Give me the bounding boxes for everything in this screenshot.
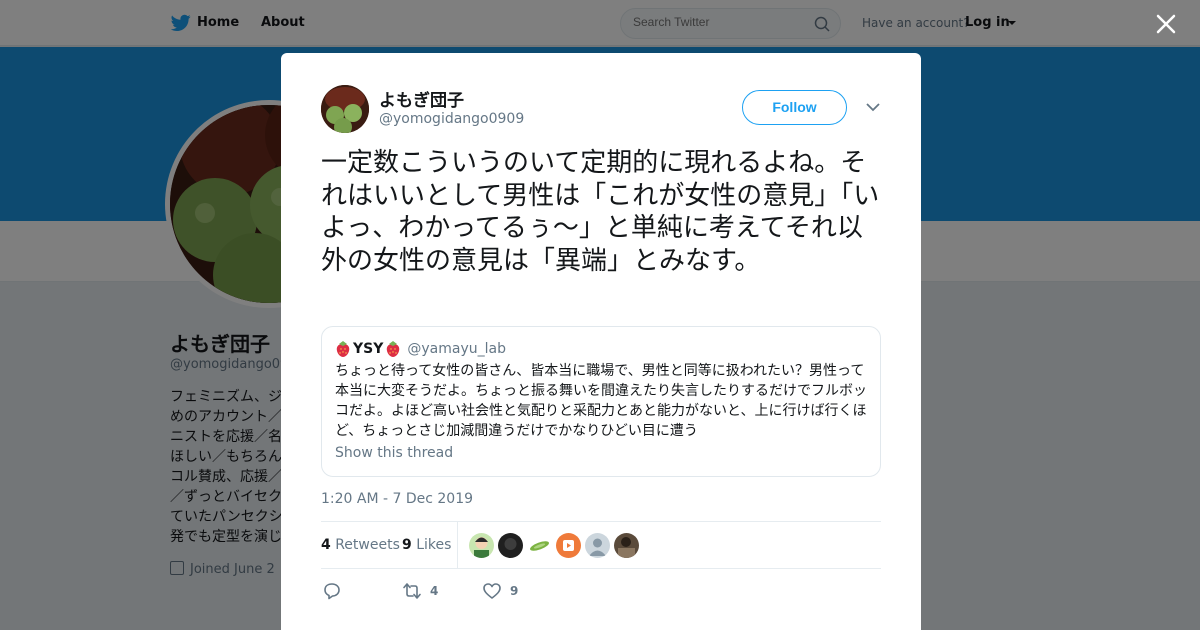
likes-count: 9 [402,537,412,553]
strawberry-icon [336,341,350,357]
heart-icon [483,583,501,599]
like-button[interactable]: 9 [482,581,518,601]
tweet-text: 一定数こういうのいて定期的に現れるよね。それはいいとして男性は「これが女性の意見… [321,148,880,276]
tweet-modal: よもぎ団子 @yomogidango0909 Follow 一定数こういうのいて… [281,53,921,630]
quote-author-name: YSY [353,341,384,357]
liker-avatar[interactable] [527,533,552,558]
retweets-label: Retweets [335,537,400,553]
quote-header: YSY @yamayu_lab [335,339,506,359]
strawberry-icon [387,341,400,357]
retweet-count: 4 [430,584,439,598]
reply-button[interactable] [322,581,342,601]
liker-avatar[interactable] [498,533,523,558]
tweet-stats: 4 Retweets 9 Likes [321,521,881,569]
dango-avatar-image [321,85,369,133]
liker-avatars [469,533,643,558]
quote-text: ちょっと待って女性の皆さん、皆本当に職場で、男性と同等に扱われたい？男性って本当… [335,363,867,439]
liker-avatar[interactable] [469,533,494,558]
likes-label: Likes [416,537,452,553]
liker-avatar[interactable] [614,533,639,558]
reply-icon [324,583,340,600]
liker-avatar[interactable] [556,533,581,558]
chevron-down-icon[interactable] [865,101,881,113]
show-thread-link[interactable]: Show this thread [335,445,453,461]
retweet-icon [403,583,421,599]
stats-divider [457,522,458,569]
author-name[interactable]: よもぎ団子 [379,86,464,111]
retweets-stat[interactable]: 4 Retweets [321,537,400,553]
quoted-tweet[interactable]: YSY @yamayu_lab ちょっと待って女性の皆さん、皆本当に職場で、男性… [321,326,881,477]
author-handle[interactable]: @yomogidango0909 [379,111,524,127]
follow-button[interactable]: Follow [742,90,847,125]
retweet-button[interactable]: 4 [402,581,438,601]
liker-avatar[interactable] [585,533,610,558]
retweets-count: 4 [321,537,331,553]
tweet-actions: 4 9 [321,579,881,603]
author-avatar[interactable] [321,85,369,133]
like-count: 9 [510,584,519,598]
tweet-timestamp[interactable]: 1:20 AM - 7 Dec 2019 [321,491,473,507]
quote-author-handle: @yamayu_lab [407,341,506,357]
likes-stat[interactable]: 9 Likes [402,537,451,553]
close-icon[interactable] [1154,12,1178,36]
